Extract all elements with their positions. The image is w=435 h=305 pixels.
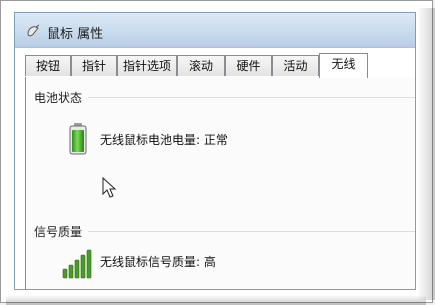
battery-full-icon — [69, 123, 87, 155]
signal-group-divider — [88, 231, 415, 232]
tab-wireless[interactable]: 无线 — [319, 53, 368, 78]
battery-status-text: 无线鼠标电池电量: 正常 — [100, 133, 228, 147]
frame-shadow-right — [417, 8, 435, 300]
signal-group-label: 信号质量 — [34, 225, 83, 239]
signal-status-text: 无线鼠标信号质量: 高 — [100, 255, 216, 269]
mouse-cursor-icon — [102, 177, 117, 198]
frame-shadow-bottom — [6, 295, 426, 305]
tab-pointers[interactable]: 指针 — [71, 55, 117, 76]
tab-buttons[interactable]: 按钮 — [25, 55, 71, 76]
battery-group-divider — [88, 97, 415, 98]
tab-hardware[interactable]: 硬件 — [225, 55, 272, 76]
mouse-properties-window: 鼠标 属性 按钮 指针 指针选项 滚动 硬件 活动 无线 电池状态 无线鼠标电池… — [14, 12, 416, 290]
tab-strip: 按钮 指针 指针选项 滚动 硬件 活动 无线 — [25, 53, 410, 78]
mouse-icon — [27, 24, 40, 37]
tab-activity[interactable]: 活动 — [272, 55, 319, 76]
signal-strength-icon — [62, 249, 92, 279]
title-bar[interactable]: 鼠标 属性 — [15, 13, 415, 48]
tab-wheel[interactable]: 滚动 — [177, 55, 225, 76]
wireless-tab-panel: 电池状态 无线鼠标电池电量: 正常 信号质量 无线鼠标信号质量: 高 — [25, 77, 415, 289]
window-title: 鼠标 属性 — [47, 27, 104, 42]
battery-group-label: 电池状态 — [34, 91, 83, 105]
tab-pointer-options[interactable]: 指针选项 — [117, 55, 177, 76]
